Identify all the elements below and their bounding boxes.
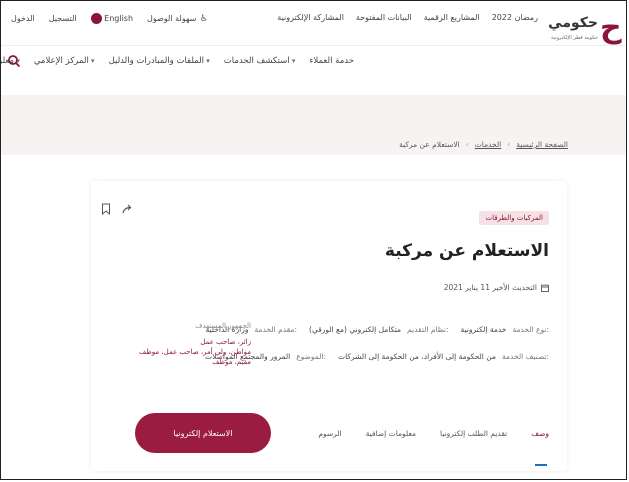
breadcrumb-current: الاستعلام عن مركبة (399, 140, 460, 149)
tab-apply-online[interactable]: تقديم الطلب إلكترونيا (440, 429, 507, 438)
nav-customer-service[interactable]: خدمة العملاء (309, 56, 354, 66)
inquire-online-button[interactable]: الاستعلام إلكترونيا (135, 413, 271, 453)
audience-line: مقيم، موظف (212, 358, 251, 366)
accessibility-label: سهولة الوصول (147, 13, 197, 23)
login-link[interactable]: الدخول (11, 14, 35, 23)
nav-files-initiatives[interactable]: الملفات والمبادرات والدليل (109, 56, 210, 66)
top-link-open-data[interactable]: البيانات المفتوحة (356, 13, 412, 22)
top-link-participation[interactable]: المشاركة الإلكترونية (277, 13, 344, 22)
nav-about-qatar[interactable]: معلومات عن قطر (1, 56, 20, 66)
service-card: المركبات والطرقات الاستعلام عن مركبة الت… (91, 181, 567, 471)
service-category-label: تصنيف الخدمة: (502, 352, 549, 361)
page: الدخول التسجيل English سهولة الوصول ♿ ال… (0, 0, 627, 480)
service-meta-row: تصنيف الخدمة: من الحكومة إلى الأفراد، من… (205, 352, 549, 361)
last-updated: التحديث الأخير 11 يناير 2021 (444, 283, 549, 292)
breadcrumb: الصفحة الرئيسية ‹ الخدمات ‹ الاستعلام عن… (399, 140, 568, 149)
audience-line: زائر، صاحب عمل (200, 338, 251, 346)
service-tabs: وصف تقديم الطلب إلكترونيا معلومات إضافية… (318, 429, 549, 438)
register-link[interactable]: التسجيل (49, 14, 77, 23)
qatar-flag-icon (90, 13, 102, 24)
service-category-value: من الحكومة إلى الأفراد، من الحكومة إلى ا… (338, 352, 497, 361)
tab-additional-info[interactable]: معلومات إضافية (366, 429, 416, 438)
topic-label: الموضوع: (296, 352, 327, 361)
breadcrumb-separator: ‹ (465, 140, 469, 149)
submission-system-value: متكامل إلكتروني (مع الورقي) (309, 325, 402, 334)
bookmark-icon[interactable] (101, 203, 111, 215)
tab-fees[interactable]: الرسوم (318, 429, 341, 438)
breadcrumb-bar: الصفحة الرئيسية ‹ الخدمات ‹ الاستعلام عن… (1, 95, 626, 155)
logo-mark-icon: ح (600, 10, 622, 45)
target-audience-heading: الجمهور المستهدف (195, 322, 251, 330)
accessibility-link[interactable]: سهولة الوصول ♿ (147, 14, 209, 24)
card-actions (101, 203, 133, 215)
nav-items: خدمة العملاء استكشف الخدمات الملفات والم… (1, 56, 354, 66)
tab-description[interactable]: وصف (531, 429, 549, 438)
service-provider-label: مقدم الخدمة: (254, 325, 298, 334)
submission-system-label: نظام التقديم: (407, 325, 449, 334)
top-link-ramadan[interactable]: رمضان 2022 (492, 13, 538, 22)
top-link-digital-projects[interactable]: المشاريع الرقمية (424, 13, 480, 22)
accessibility-icon: ♿ (199, 13, 208, 24)
audience-line: مواطن، ولي أمر، صاحب عمل، موظف (138, 348, 251, 356)
main-nav: خدمة العملاء استكشف الخدمات الملفات والم… (1, 45, 626, 92)
service-type-value: خدمة إلكترونية (460, 325, 507, 334)
service-meta-row: نوع الخدمة: خدمة إلكترونية نظام التقديم:… (205, 325, 549, 334)
nav-explore-services[interactable]: استكشف الخدمات (224, 56, 296, 66)
active-tab-indicator (535, 464, 547, 466)
category-tag[interactable]: المركبات والطرقات (479, 211, 549, 225)
calendar-icon (541, 284, 549, 292)
target-audience: الجمهور المستهدف زائر، صاحب عمل مواطن، و… (101, 321, 251, 367)
breadcrumb-services[interactable]: الخدمات (475, 140, 502, 149)
nav-media-center[interactable]: المركز الإعلامي (34, 56, 95, 66)
share-icon[interactable] (121, 203, 133, 215)
utility-links: الدخول التسجيل English سهولة الوصول ♿ (11, 13, 209, 24)
top-links: المشاركة الإلكترونية البيانات المفتوحة ا… (277, 13, 538, 22)
page-title: الاستعلام عن مركبة (384, 241, 549, 261)
top-utility-bar: الدخول التسجيل English سهولة الوصول ♿ ال… (1, 1, 626, 45)
breadcrumb-separator: ‹ (507, 140, 511, 149)
logo-name: حكومي (548, 15, 598, 31)
language-switch[interactable]: English (90, 13, 134, 24)
last-updated-text: التحديث الأخير 11 يناير 2021 (443, 283, 537, 292)
breadcrumb-home[interactable]: الصفحة الرئيسية (516, 140, 568, 149)
service-type-label: نوع الخدمة: (512, 325, 549, 334)
language-label: English (104, 14, 134, 23)
logo-subtitle: حكومة قطر الإلكترونية (550, 35, 598, 41)
